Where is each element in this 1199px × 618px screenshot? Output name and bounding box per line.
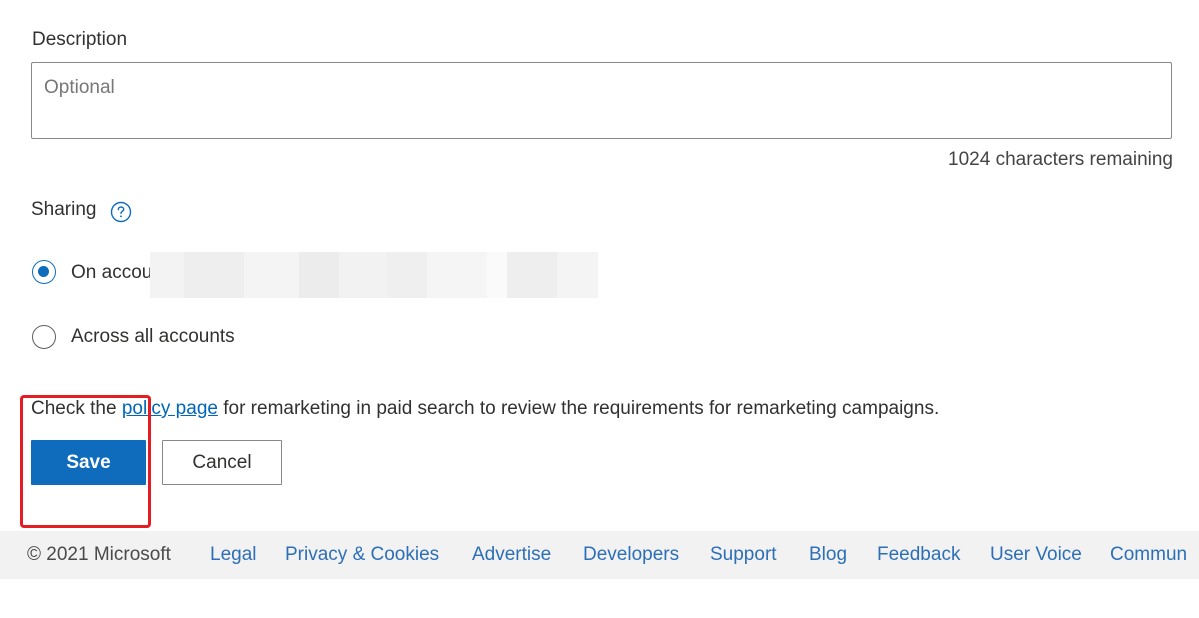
- question-circle-icon[interactable]: [110, 201, 132, 223]
- footer: © 2021 Microsoft Legal Privacy & Cookies…: [0, 531, 1199, 579]
- footer-link-advertise[interactable]: Advertise: [472, 544, 551, 566]
- radio-on-account-label[interactable]: On accou: [71, 262, 152, 284]
- redacted-region: [150, 252, 598, 298]
- footer-link-support[interactable]: Support: [710, 544, 777, 566]
- footer-copyright: © 2021 Microsoft: [27, 544, 171, 565]
- characters-remaining: 1024 characters remaining: [948, 149, 1173, 170]
- radio-on-account[interactable]: [32, 260, 56, 284]
- save-button[interactable]: Save: [31, 440, 146, 485]
- policy-page-link[interactable]: policy page: [122, 398, 218, 419]
- policy-notice: Check the policy page for remarketing in…: [31, 398, 939, 420]
- footer-link-blog[interactable]: Blog: [809, 544, 847, 566]
- sharing-label: Sharing: [31, 199, 97, 220]
- footer-link-community[interactable]: Commun: [1110, 544, 1187, 566]
- policy-prefix: Check the: [31, 398, 122, 419]
- radio-across-all-accounts-label[interactable]: Across all accounts: [71, 326, 235, 348]
- cancel-button[interactable]: Cancel: [162, 440, 282, 485]
- footer-link-feedback[interactable]: Feedback: [877, 544, 960, 566]
- footer-link-legal[interactable]: Legal: [210, 544, 257, 566]
- policy-suffix: for remarketing in paid search to review…: [217, 398, 940, 419]
- radio-across-all-accounts[interactable]: [32, 325, 56, 349]
- footer-link-user-voice[interactable]: User Voice: [990, 544, 1082, 566]
- footer-link-developers[interactable]: Developers: [583, 544, 679, 566]
- description-field[interactable]: [31, 62, 1172, 139]
- description-label: Description: [32, 29, 128, 50]
- footer-link-privacy[interactable]: Privacy & Cookies: [285, 544, 439, 566]
